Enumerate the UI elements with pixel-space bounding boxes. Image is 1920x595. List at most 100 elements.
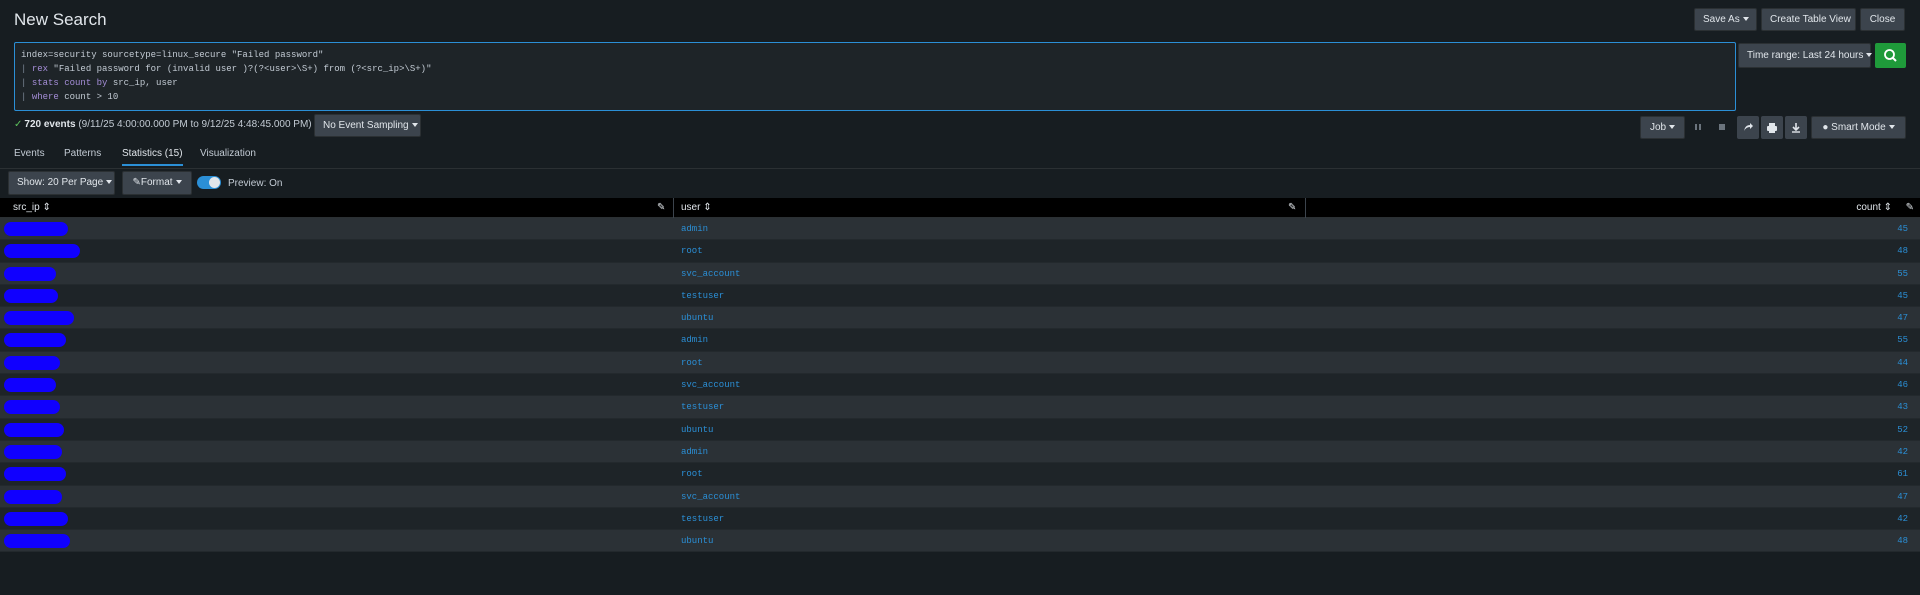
cell-user[interactable]: svc_account [681,374,740,396]
cell-user[interactable]: root [681,352,703,374]
tab-visualization[interactable]: Visualization [200,148,256,159]
pause-icon[interactable] [1692,121,1704,133]
cell-count[interactable]: 45 [1897,285,1908,307]
close-button[interactable]: Close [1860,8,1905,31]
cell-count[interactable]: 55 [1897,329,1908,351]
column-divider[interactable] [1305,198,1306,218]
save-as-label: Save As [1703,14,1740,25]
preview-toggle[interactable] [197,176,221,189]
time-range-picker[interactable]: Time range: Last 24 hours [1738,43,1873,68]
table-body: admin 45 root 48 svc_account 55 testuser 45 ubun… [0,218,1920,553]
cell-count[interactable]: 61 [1897,463,1908,485]
cell-count[interactable]: 47 [1897,486,1908,508]
statistics-table: src_ip ⇕ ✎ user ⇕ ✎ count ⇕ ✎ admin 45 roo… [0,198,1920,553]
table-row[interactable]: admin 55 [0,329,1920,352]
cell-user[interactable]: svc_account [681,263,740,285]
column-header-src-ip[interactable]: src_ip ⇕ [13,198,51,218]
cell-user[interactable]: testuser [681,285,724,307]
search-keyword: rex [31,64,49,74]
cell-user[interactable]: admin [681,441,708,463]
cell-user[interactable]: testuser [681,508,724,530]
cell-user[interactable]: admin [681,218,708,240]
cell-count[interactable]: 43 [1897,396,1908,418]
cell-user[interactable]: ubuntu [681,530,713,552]
search-query-editor[interactable]: index=security sourcetype=linux_secure "… [14,42,1736,111]
job-label: Job [1649,122,1667,133]
cell-user[interactable]: testuser [681,396,724,418]
export-button[interactable] [1785,116,1807,139]
cell-user[interactable]: ubuntu [681,419,713,441]
search-button[interactable] [1875,43,1906,68]
chevron-down-icon [1669,125,1676,130]
cell-count[interactable]: 42 [1897,441,1908,463]
cell-user[interactable]: root [681,240,703,262]
cell-count[interactable]: 47 [1897,307,1908,329]
chevron-down-icon [1866,53,1873,58]
event-sampling-dropdown[interactable]: No Event Sampling [314,114,421,137]
share-icon [1744,123,1753,131]
cell-user[interactable]: admin [681,329,708,351]
cell-user[interactable]: root [681,463,703,485]
redacted-src-ip [4,467,66,482]
cell-count[interactable]: 44 [1897,352,1908,374]
column-header-count[interactable]: count ⇕ [1856,198,1892,218]
redacted-src-ip [4,511,68,526]
table-row[interactable]: testuser 42 [0,507,1920,531]
table-row[interactable]: testuser 45 [0,284,1920,308]
share-button[interactable] [1737,116,1759,139]
table-row[interactable]: admin 45 [0,218,1920,241]
toggle-knob [209,177,220,188]
redacted-src-ip [4,422,64,437]
tab-events[interactable]: Events [14,148,45,159]
cell-count[interactable]: 52 [1897,419,1908,441]
create-table-view-button[interactable]: Create Table View [1761,8,1856,31]
chevron-down-icon [175,180,182,185]
table-row[interactable]: ubuntu 47 [0,307,1920,330]
table-row[interactable]: svc_account 47 [0,485,1920,508]
cell-user[interactable]: svc_account [681,486,740,508]
table-row[interactable]: ubuntu 48 [0,530,1920,553]
table-row[interactable]: root 44 [0,351,1920,375]
search-mode-label: Smart Mode [1831,122,1886,133]
download-icon [1792,123,1800,133]
search-line-3: | stats count by src_ip, user [21,76,1729,90]
save-as-button[interactable]: Save As [1694,8,1757,31]
cell-count[interactable]: 46 [1897,374,1908,396]
table-row[interactable]: svc_account 46 [0,374,1920,397]
format-dropdown[interactable]: ✎Format [122,171,192,195]
cell-count[interactable]: 48 [1897,530,1908,552]
cell-count[interactable]: 45 [1897,218,1908,240]
column-header-user[interactable]: user ⇕ [681,198,712,218]
edit-column-icon[interactable]: ✎ [1288,202,1296,213]
table-row[interactable]: root 61 [0,463,1920,486]
pencil-icon: ✎ [132,177,141,188]
job-menu-button[interactable]: Job [1640,116,1685,139]
cell-count[interactable]: 55 [1897,263,1908,285]
table-row[interactable]: testuser 43 [0,396,1920,419]
show-per-page-dropdown[interactable]: Show: 20 Per Page [8,171,115,195]
redacted-src-ip [4,378,56,393]
search-keyword: where [31,92,59,102]
edit-column-icon[interactable]: ✎ [657,202,665,213]
pipe-symbol: | [21,64,32,74]
event-sampling-label: No Event Sampling [323,120,409,131]
column-divider[interactable] [673,198,674,218]
show-per-page-label: Show: 20 Per Page [17,177,104,188]
sort-icon: ⇕ [1883,202,1892,213]
table-row[interactable]: admin 42 [0,440,1920,464]
chevron-down-icon [1742,17,1749,22]
tab-statistics[interactable]: Statistics (15) [122,148,183,166]
event-time-range: (9/11/25 4:00:00.000 PM to 9/12/25 4:48:… [78,119,312,130]
search-mode-dropdown[interactable]: ● Smart Mode [1811,116,1906,139]
print-button[interactable] [1761,116,1783,139]
edit-column-icon[interactable]: ✎ [1906,202,1914,213]
table-row[interactable]: svc_account 55 [0,262,1920,285]
table-row[interactable]: ubuntu 52 [0,418,1920,441]
redacted-src-ip [4,355,60,370]
cell-count[interactable]: 42 [1897,508,1908,530]
table-row[interactable]: root 48 [0,240,1920,263]
tab-patterns[interactable]: Patterns [64,148,101,159]
cell-user[interactable]: ubuntu [681,307,713,329]
cell-count[interactable]: 48 [1897,240,1908,262]
stop-icon[interactable] [1716,121,1728,133]
